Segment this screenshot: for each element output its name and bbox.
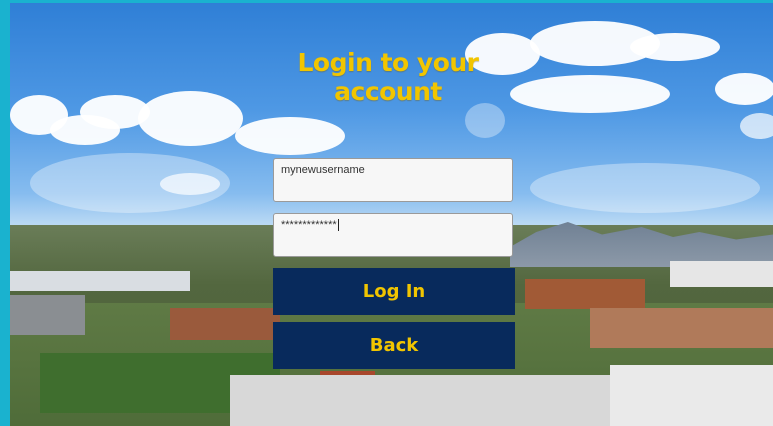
- login-button[interactable]: Log In: [273, 268, 515, 315]
- username-value: mynewusername: [281, 164, 365, 176]
- cloud: [715, 73, 773, 105]
- building: [525, 279, 645, 309]
- cloud: [138, 91, 243, 146]
- page-title: Login to your account: [297, 48, 480, 106]
- cloud-haze: [30, 153, 230, 213]
- cloud: [630, 33, 720, 61]
- cloud-haze: [530, 163, 760, 213]
- cloud: [235, 117, 345, 155]
- building: [10, 295, 85, 335]
- password-value: *************: [281, 219, 337, 231]
- cloud: [740, 113, 773, 139]
- cloud-haze: [465, 103, 505, 138]
- password-input[interactable]: *************: [273, 213, 513, 257]
- text-caret: [337, 219, 339, 232]
- building: [170, 308, 280, 340]
- cloud: [510, 75, 670, 113]
- building: [590, 308, 773, 348]
- building-roof: [670, 261, 773, 287]
- window-frame-left: [0, 0, 10, 426]
- building-roof: [610, 365, 773, 426]
- building-roof: [230, 375, 630, 426]
- back-button[interactable]: Back: [273, 322, 515, 369]
- building-roof: [10, 271, 190, 291]
- username-input[interactable]: mynewusername: [273, 158, 513, 202]
